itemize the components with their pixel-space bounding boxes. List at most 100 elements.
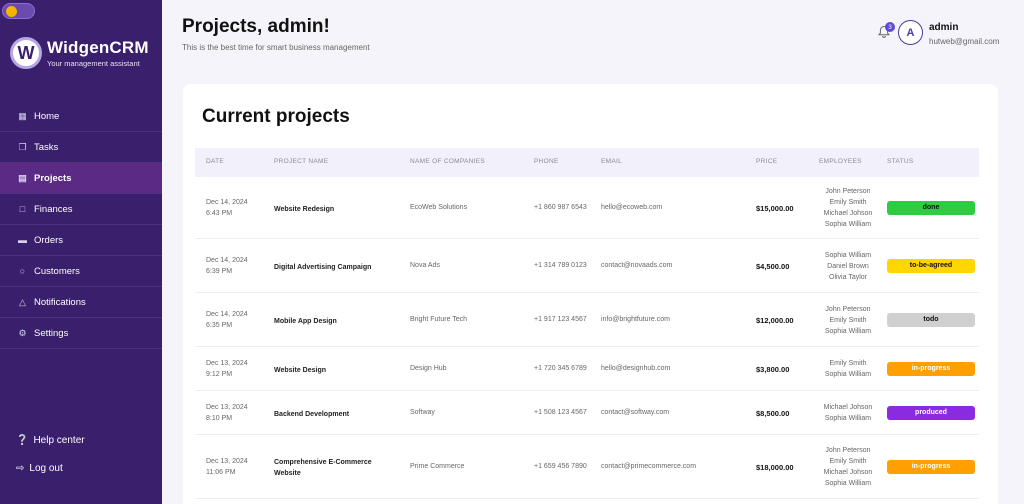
table-row[interactable]: Dec 14, 20246:35 PMMobile App DesignBrig… xyxy=(195,293,979,347)
status-badge[interactable]: to-be-agreed xyxy=(887,259,975,273)
sidebar-item-tasks[interactable]: ❐ Tasks xyxy=(0,132,162,163)
project-name: Website Redesign xyxy=(274,204,394,215)
status-badge[interactable]: done xyxy=(887,201,975,215)
table-row[interactable]: Dec 14, 20246:43 PM Website Redesign EcoWe… xyxy=(195,177,979,239)
date-text: Dec 14, 2024 xyxy=(206,309,248,320)
folder-icon: □ xyxy=(17,204,28,215)
employee-name: Sophia William xyxy=(813,219,883,230)
company-name: Design Hub xyxy=(410,365,447,372)
sidebar-item-finances[interactable]: □ Finances xyxy=(0,194,162,225)
project-name: Digital Advertising Campaign xyxy=(274,262,394,273)
date-cell: Dec 14, 20246:39 PM xyxy=(206,255,248,277)
notifications-count-badge: 3 xyxy=(885,22,895,32)
help-center-link[interactable]: ❔ Help center xyxy=(16,435,85,446)
sidebar-item-label: Tasks xyxy=(34,142,58,153)
table-header: DATE PROJECT NAME NAME OF COMPANIES PHON… xyxy=(195,148,979,177)
table-row[interactable]: Dec 13, 20249:12 PMWebsite DesignDesign … xyxy=(195,347,979,391)
brand-logo[interactable]: W WidgenCRM Your management assistant xyxy=(10,37,149,69)
employee-name: Sophia William xyxy=(813,250,883,261)
sidebar-item-settings[interactable]: ⚙ Settings xyxy=(0,318,162,349)
date-text: Dec 13, 2024 xyxy=(206,456,248,467)
home-icon: ▦ xyxy=(17,111,28,122)
sidebar-item-home[interactable]: ▦ Home xyxy=(0,101,162,132)
employee-name: Daniel Brown xyxy=(813,261,883,272)
company-name: Prime Commerce xyxy=(410,463,464,470)
help-center-label: Help center xyxy=(33,435,84,446)
phone-number: +1 314 789 0123 xyxy=(534,262,587,269)
company-name: Softway xyxy=(410,409,435,416)
logo-mark-icon: W xyxy=(10,37,42,69)
time-text: 9:12 PM xyxy=(206,369,248,380)
employee-name: John Peterson xyxy=(813,304,883,315)
time-text: 6:35 PM xyxy=(206,320,248,331)
price-value: $8,500.00 xyxy=(756,409,789,418)
price-value: $12,000.00 xyxy=(756,316,794,325)
employee-name: Michael Johson xyxy=(813,402,883,413)
user-icon: ○ xyxy=(17,266,28,277)
brand-tagline: Your management assistant xyxy=(47,59,149,68)
project-name: Backend Development xyxy=(274,409,394,420)
employees-list: Emily SmithSophia William xyxy=(813,358,883,380)
user-email: hutweb@gmail.com xyxy=(929,37,999,46)
sidebar-item-customers[interactable]: ○ Customers xyxy=(0,256,162,287)
sidebar-item-orders[interactable]: ▬ Orders xyxy=(0,225,162,256)
date-cell: Dec 13, 20249:12 PM xyxy=(206,358,248,380)
brand-name: WidgenCRM xyxy=(47,38,149,58)
table-row[interactable]: Dec 13, 202411:06 PMComprehensive E-Comm… xyxy=(195,435,979,499)
employee-name: Sophia William xyxy=(813,369,883,380)
sidebar-item-label: Settings xyxy=(34,328,68,339)
table-row[interactable]: Dec 14, 20246:39 PM Digital Advertising C… xyxy=(195,239,979,293)
sidebar-item-projects[interactable]: ▤ Projects xyxy=(0,163,162,194)
sidebar-item-notifications[interactable]: △ Notifications xyxy=(0,287,162,318)
employee-name: Emily Smith xyxy=(813,197,883,208)
theme-toggle[interactable] xyxy=(2,3,35,19)
table-row[interactable]: Dec 13, 20248:10 PM Backend Development So… xyxy=(195,391,979,435)
help-icon: ❔ xyxy=(16,435,28,446)
status-badge[interactable]: produced xyxy=(887,406,975,420)
column-header-project-name: PROJECT NAME xyxy=(274,158,328,165)
tasks-icon: ❐ xyxy=(17,142,28,153)
sidebar-item-label: Finances xyxy=(34,204,73,215)
logout-icon: ⇨ xyxy=(16,463,24,474)
bell-icon: △ xyxy=(17,297,28,308)
time-text: 6:43 PM xyxy=(206,208,248,219)
phone-number: +1 659 456 7890 xyxy=(534,463,587,470)
date-text: Dec 13, 2024 xyxy=(206,358,248,369)
column-header-price: PRICE xyxy=(756,158,777,165)
sidebar-nav: ▦ Home ❐ Tasks ▤ Projects □ Finances ▬ O… xyxy=(0,101,162,349)
employee-name: Emily Smith xyxy=(813,456,883,467)
logout-link[interactable]: ⇨ Log out xyxy=(16,463,63,474)
column-header-email: EMAIL xyxy=(601,158,622,165)
date-text: Dec 13, 2024 xyxy=(206,402,248,413)
orders-icon: ▬ xyxy=(17,235,28,246)
employees-list: John PetersonEmily SmithSophia William xyxy=(813,304,883,337)
status-badge[interactable]: in-progress xyxy=(887,460,975,474)
projects-card: Current projects DATE PROJECT NAME NAME … xyxy=(183,84,998,504)
employees-list: John PetersonEmily SmithMichael JohsonSo… xyxy=(813,445,883,489)
sidebar-item-label: Orders xyxy=(34,235,63,246)
gear-icon: ⚙ xyxy=(17,328,28,339)
employees-list: Michael JohsonSophia William xyxy=(813,402,883,424)
column-header-status: STATUS xyxy=(887,158,913,165)
status-badge[interactable]: todo xyxy=(887,313,975,327)
employee-name: Michael Johson xyxy=(813,467,883,478)
column-header-employees: EMPLOYEES xyxy=(819,158,862,165)
date-cell: Dec 13, 202411:06 PM xyxy=(206,456,248,478)
employee-name: Sophia William xyxy=(813,478,883,489)
page-subtitle: This is the best time for smart business… xyxy=(182,43,370,52)
avatar[interactable]: A xyxy=(898,20,923,45)
logout-label: Log out xyxy=(29,463,62,474)
project-name: Mobile App Design xyxy=(274,316,394,327)
sidebar-item-label: Notifications xyxy=(34,297,86,308)
phone-number: +1 508 123 4567 xyxy=(534,409,587,416)
employees-list: Sophia WilliamDaniel BrownOlivia Taylor xyxy=(813,250,883,283)
company-name: EcoWeb Solutions xyxy=(410,204,467,211)
date-text: Dec 14, 2024 xyxy=(206,197,248,208)
status-badge[interactable]: in-progress xyxy=(887,362,975,376)
time-text: 8:10 PM xyxy=(206,413,248,424)
column-header-companies: NAME OF COMPANIES xyxy=(410,158,485,165)
employee-name: John Peterson xyxy=(813,186,883,197)
email-address: contact@novaads.com xyxy=(601,262,672,269)
employee-name: Emily Smith xyxy=(813,358,883,369)
user-name: admin xyxy=(929,22,958,33)
